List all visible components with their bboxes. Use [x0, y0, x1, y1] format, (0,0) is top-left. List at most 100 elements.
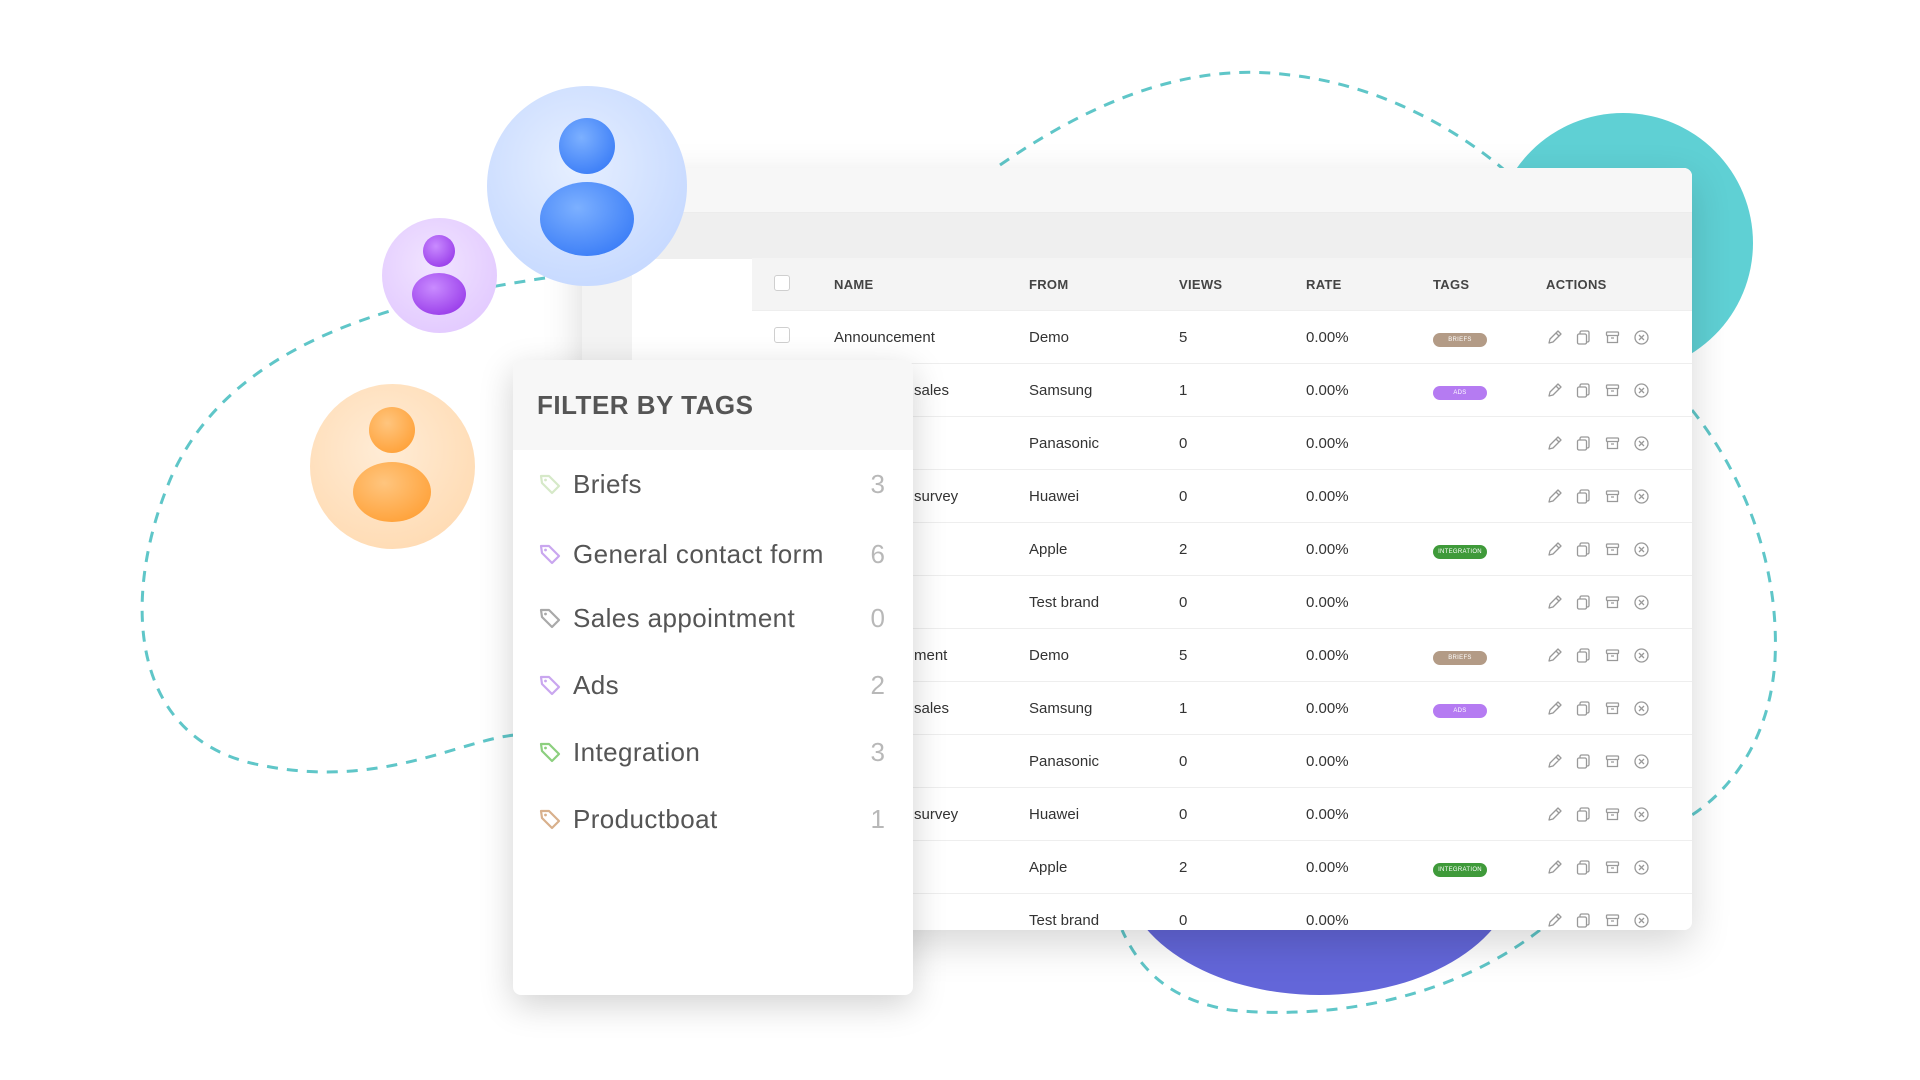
- filter-item-count: 3: [870, 468, 885, 499]
- edit-icon[interactable]: [1546, 912, 1563, 929]
- archive-icon[interactable]: [1604, 753, 1621, 770]
- delete-icon[interactable]: [1633, 488, 1650, 505]
- cell-from: Huawei: [1029, 787, 1179, 841]
- filter-item[interactable]: Integration 3: [537, 732, 885, 772]
- cell-tags: [1433, 787, 1546, 841]
- column-header-views[interactable]: VIEWS: [1179, 258, 1306, 311]
- column-header-name[interactable]: NAME: [834, 258, 1029, 311]
- archive-icon[interactable]: [1604, 435, 1621, 452]
- cell-views: 0: [1179, 469, 1306, 523]
- select-all-checkbox[interactable]: [774, 274, 790, 291]
- column-header-rate[interactable]: RATE: [1306, 258, 1433, 311]
- duplicate-icon[interactable]: [1575, 753, 1592, 770]
- delete-icon[interactable]: [1633, 753, 1650, 770]
- cell-actions: [1546, 469, 1692, 523]
- tag-badge[interactable]: ADS: [1433, 703, 1487, 718]
- filter-item[interactable]: Productboat 1: [537, 799, 885, 839]
- edit-icon[interactable]: [1546, 435, 1563, 452]
- archive-icon[interactable]: [1604, 541, 1621, 558]
- archive-icon[interactable]: [1604, 859, 1621, 876]
- duplicate-icon[interactable]: [1575, 435, 1592, 452]
- cell-tags: ADS: [1433, 681, 1546, 735]
- edit-icon[interactable]: [1546, 806, 1563, 823]
- tag-icon: [537, 806, 563, 832]
- user-icon: [540, 118, 634, 256]
- filter-item-count: 6: [870, 538, 885, 569]
- archive-icon[interactable]: [1604, 912, 1621, 929]
- archive-icon[interactable]: [1604, 594, 1621, 611]
- duplicate-icon[interactable]: [1575, 912, 1592, 929]
- row-checkbox[interactable]: [774, 327, 790, 343]
- duplicate-icon[interactable]: [1575, 329, 1592, 346]
- filter-item[interactable]: Sales appointment 0: [537, 598, 885, 638]
- filter-item-label: Ads: [573, 669, 620, 700]
- duplicate-icon[interactable]: [1575, 859, 1592, 876]
- filter-item-label: Briefs: [573, 468, 642, 499]
- edit-icon[interactable]: [1546, 541, 1563, 558]
- edit-icon[interactable]: [1546, 700, 1563, 717]
- delete-icon[interactable]: [1633, 859, 1650, 876]
- edit-icon[interactable]: [1546, 594, 1563, 611]
- edit-icon[interactable]: [1546, 329, 1563, 346]
- delete-icon[interactable]: [1633, 382, 1650, 399]
- duplicate-icon[interactable]: [1575, 594, 1592, 611]
- cell-tags: INTEGRATION: [1433, 840, 1546, 894]
- filter-item-label: Integration: [573, 736, 701, 767]
- cell-from: Apple: [1029, 522, 1179, 576]
- cell-views: 0: [1179, 575, 1306, 629]
- cell-tags: [1433, 469, 1546, 523]
- cell-tags: ADS: [1433, 363, 1546, 417]
- cell-rate: 0.00%: [1306, 522, 1433, 576]
- cell-rate: 0.00%: [1306, 840, 1433, 894]
- delete-icon[interactable]: [1633, 435, 1650, 452]
- duplicate-icon[interactable]: [1575, 541, 1592, 558]
- delete-icon[interactable]: [1633, 329, 1650, 346]
- tag-badge[interactable]: BRIEFS: [1433, 332, 1487, 347]
- delete-icon[interactable]: [1633, 647, 1650, 664]
- archive-icon[interactable]: [1604, 382, 1621, 399]
- cell-from: Panasonic: [1029, 734, 1179, 788]
- tag-badge[interactable]: INTEGRATION: [1433, 862, 1487, 877]
- edit-icon[interactable]: [1546, 382, 1563, 399]
- column-header-from[interactable]: FROM: [1029, 258, 1179, 311]
- cell-name[interactable]: Announcement: [834, 310, 1029, 364]
- column-header-actions: ACTIONS: [1546, 258, 1692, 311]
- filter-item[interactable]: Ads 2: [537, 665, 885, 705]
- table-row[interactable]: Announcement Demo 5 0.00% BRIEFS: [752, 310, 1692, 364]
- delete-icon[interactable]: [1633, 700, 1650, 717]
- cell-rate: 0.00%: [1306, 416, 1433, 470]
- cell-actions: [1546, 787, 1692, 841]
- duplicate-icon[interactable]: [1575, 647, 1592, 664]
- cell-rate: 0.00%: [1306, 310, 1433, 364]
- delete-icon[interactable]: [1633, 541, 1650, 558]
- filter-item[interactable]: General contact form 6: [537, 534, 885, 574]
- filter-item-label: General contact form: [573, 538, 824, 569]
- duplicate-icon[interactable]: [1575, 382, 1592, 399]
- tag-badge[interactable]: BRIEFS: [1433, 650, 1487, 665]
- tag-badge[interactable]: ADS: [1433, 385, 1487, 400]
- edit-icon[interactable]: [1546, 647, 1563, 664]
- archive-icon[interactable]: [1604, 329, 1621, 346]
- cell-actions: [1546, 575, 1692, 629]
- archive-icon[interactable]: [1604, 806, 1621, 823]
- edit-icon[interactable]: [1546, 753, 1563, 770]
- delete-icon[interactable]: [1633, 594, 1650, 611]
- duplicate-icon[interactable]: [1575, 806, 1592, 823]
- delete-icon[interactable]: [1633, 912, 1650, 929]
- user-icon: [353, 407, 431, 522]
- duplicate-icon[interactable]: [1575, 700, 1592, 717]
- duplicate-icon[interactable]: [1575, 488, 1592, 505]
- tag-icon: [537, 672, 563, 698]
- edit-icon[interactable]: [1546, 859, 1563, 876]
- delete-icon[interactable]: [1633, 806, 1650, 823]
- edit-icon[interactable]: [1546, 488, 1563, 505]
- archive-icon[interactable]: [1604, 647, 1621, 664]
- archive-icon[interactable]: [1604, 488, 1621, 505]
- cell-actions: [1546, 628, 1692, 682]
- avatar-purple-user: [382, 218, 497, 333]
- filter-item-count: 2: [870, 669, 885, 700]
- filter-item[interactable]: Briefs 3: [537, 464, 885, 504]
- archive-icon[interactable]: [1604, 700, 1621, 717]
- tag-badge[interactable]: INTEGRATION: [1433, 544, 1487, 559]
- column-header-tags[interactable]: TAGS: [1433, 258, 1546, 311]
